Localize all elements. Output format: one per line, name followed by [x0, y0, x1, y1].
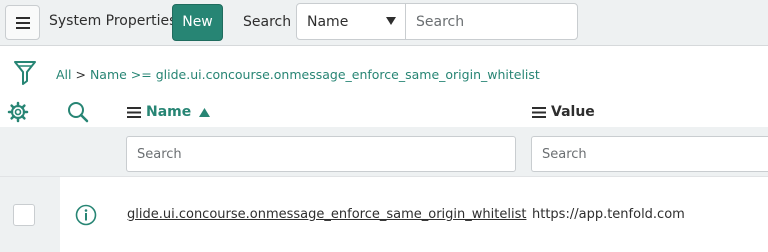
name-column-search-input[interactable]	[126, 136, 516, 172]
filter-icon[interactable]	[14, 61, 36, 85]
column-header-value-label: Value	[551, 104, 595, 120]
list-title: System Properties	[49, 13, 177, 29]
breadcrumb-separator: >	[75, 67, 86, 82]
hamburger-icon	[16, 17, 30, 29]
caret-down-icon	[386, 17, 396, 25]
breadcrumb: All > Name >= glide.ui.concourse.onmessa…	[56, 67, 540, 82]
search-icon[interactable]	[67, 101, 89, 123]
context-menu-button[interactable]	[5, 5, 40, 40]
value-column-search-input[interactable]	[531, 136, 768, 172]
search-field-value: Name	[307, 14, 349, 30]
info-icon[interactable]	[75, 204, 97, 226]
row-checkbox[interactable]	[13, 204, 35, 226]
property-name-link[interactable]: glide.ui.concourse.onmessage_enforce_sam…	[127, 207, 526, 222]
property-value-cell: https://app.tenfold.com	[532, 207, 685, 222]
column-menu-icon[interactable]	[532, 106, 546, 118]
column-header-name-label: Name	[146, 104, 192, 120]
column-header-value[interactable]: Value	[532, 104, 595, 120]
breadcrumb-all-link[interactable]: All	[56, 67, 72, 82]
breadcrumb-filter-link[interactable]: Name >= glide.ui.concourse.onmessage_enf…	[90, 67, 540, 82]
new-button[interactable]: New	[172, 4, 223, 41]
gear-icon[interactable]	[7, 101, 29, 123]
column-menu-icon[interactable]	[127, 106, 141, 118]
search-label: Search	[243, 14, 292, 30]
column-header-name[interactable]: Name	[127, 104, 211, 120]
sort-ascending-icon	[199, 107, 211, 117]
search-field-select[interactable]: Name	[296, 3, 406, 40]
search-input[interactable]	[405, 3, 578, 40]
